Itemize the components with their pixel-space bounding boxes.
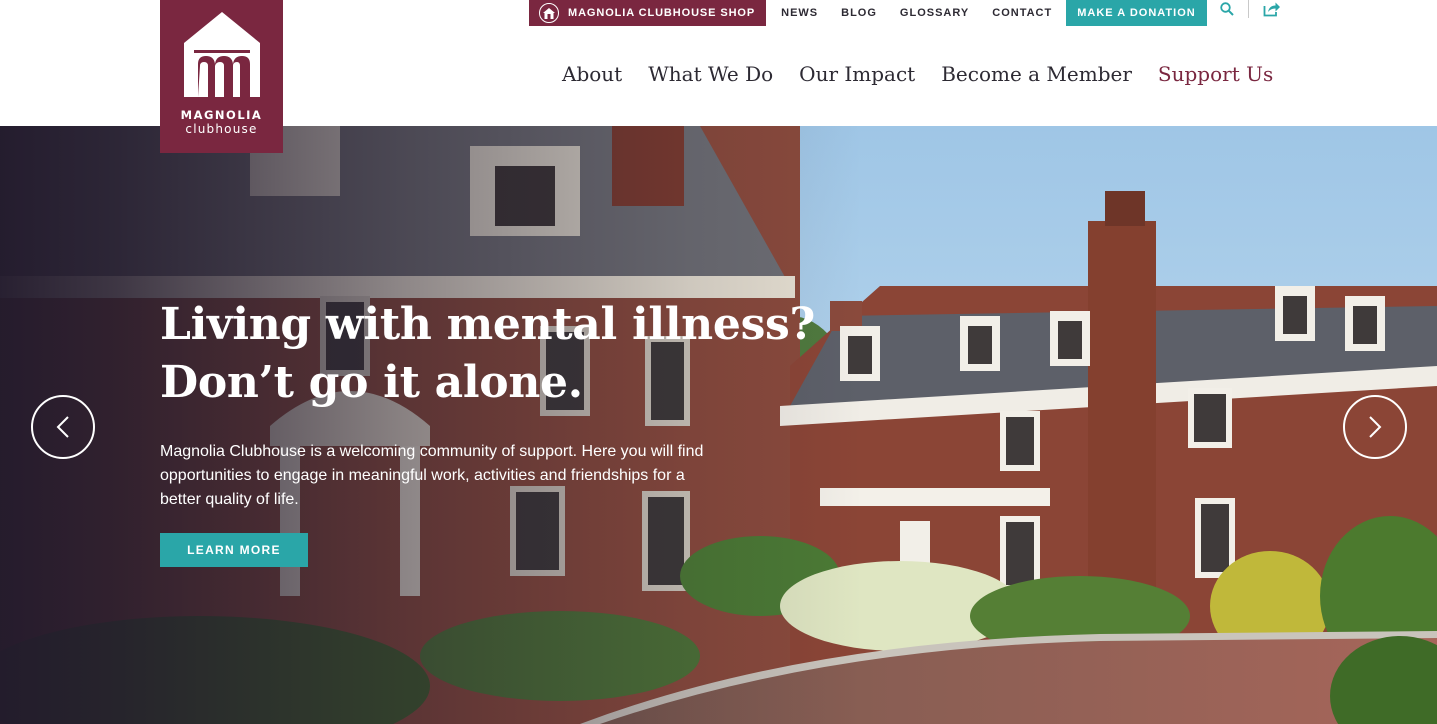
logo-subtitle: clubhouse (185, 122, 258, 136)
hero-title: Living with mental illness? Don’t go it … (160, 296, 860, 412)
nav-about[interactable]: About (562, 62, 622, 86)
chevron-right-icon (1369, 416, 1382, 438)
hero-title-line-1: Living with mental illness? (160, 299, 815, 350)
nav-support-us[interactable]: Support Us (1158, 62, 1273, 86)
blog-link[interactable]: BLOG (841, 7, 877, 19)
hero-dark-overlay (0, 126, 1437, 724)
donate-button[interactable]: MAKE A DONATION (1066, 0, 1207, 26)
carousel-next-button[interactable] (1343, 395, 1407, 459)
news-link[interactable]: NEWS (781, 7, 818, 19)
nav-become-member[interactable]: Become a Member (941, 62, 1132, 86)
hero-carousel (0, 126, 1437, 724)
shop-button[interactable]: MAGNOLIA CLUBHOUSE SHOP (529, 0, 767, 26)
learn-more-button[interactable]: LEARN MORE (160, 533, 308, 567)
house-icon (539, 3, 559, 23)
contact-link[interactable]: CONTACT (992, 7, 1052, 19)
hero-description: Magnolia Clubhouse is a welcoming commun… (160, 443, 704, 508)
utility-bar: MAGNOLIA CLUBHOUSE SHOP NEWS BLOG GLOSSA… (529, 0, 1281, 26)
main-nav: About What We Do Our Impact Become a Mem… (562, 62, 1273, 86)
carousel-prev-button[interactable] (31, 395, 95, 459)
glossary-link[interactable]: GLOSSARY (900, 7, 969, 19)
chevron-left-icon (56, 416, 69, 438)
utility-divider (1247, 0, 1249, 18)
logo-name: MAGNOLIA (180, 108, 263, 122)
nav-our-impact[interactable]: Our Impact (799, 62, 915, 86)
nav-what-we-do[interactable]: What We Do (648, 62, 773, 86)
site-logo[interactable]: MAGNOLIA clubhouse (160, 0, 283, 153)
search-icon[interactable] (1220, 2, 1234, 16)
shop-label: MAGNOLIA CLUBHOUSE SHOP (568, 7, 756, 19)
hero-title-line-2: Don’t go it alone. (160, 357, 583, 408)
logo-house-icon (183, 12, 260, 97)
share-icon[interactable] (1263, 1, 1281, 17)
